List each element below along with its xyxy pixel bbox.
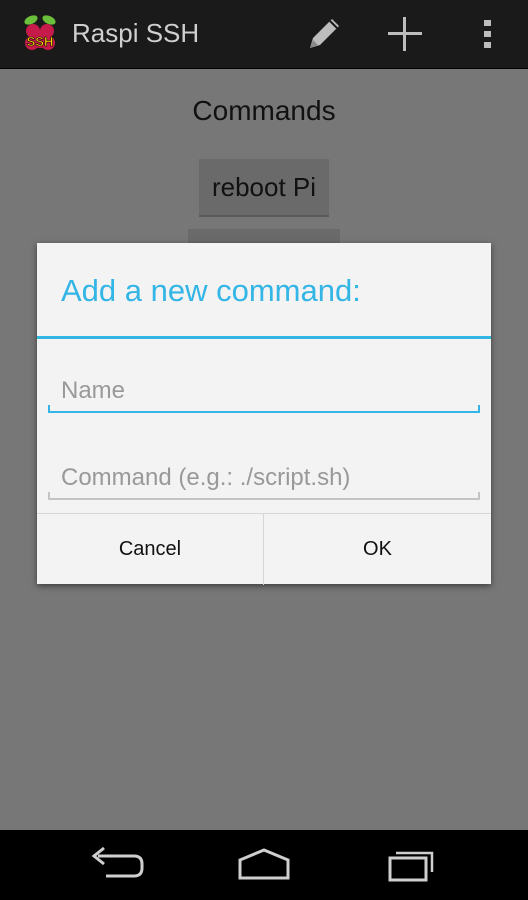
raspberry-ssh-icon[interactable]: SSH [18, 12, 62, 56]
name-input[interactable] [48, 373, 480, 409]
dialog-title: Add a new command: [61, 273, 361, 308]
command-field-underline [48, 492, 480, 500]
cancel-button[interactable]: Cancel [37, 514, 264, 585]
pencil-icon[interactable] [302, 12, 346, 56]
app-title: Raspi SSH [72, 18, 200, 48]
dialog-title-divider [37, 336, 491, 339]
navigation-bar [0, 830, 528, 900]
ok-button[interactable]: OK [264, 514, 491, 585]
command-field [48, 460, 480, 500]
plus-icon[interactable] [383, 12, 427, 56]
dialog-button-bar: Cancel OK [37, 513, 491, 585]
recent-apps-icon[interactable] [376, 842, 448, 888]
page-title: Commands [192, 95, 336, 126]
command-button[interactable]: reboot Pi [199, 159, 329, 217]
app-icon-text: SSH [27, 34, 54, 49]
overflow-menu-icon[interactable] [466, 12, 510, 56]
back-icon[interactable] [82, 842, 154, 888]
name-field [48, 373, 480, 413]
add-command-dialog: Add a new command: Cancel OK [37, 243, 491, 585]
command-input[interactable] [48, 460, 480, 496]
action-bar: SSH Raspi SSH [0, 0, 528, 69]
home-icon[interactable] [228, 842, 300, 888]
name-field-underline [48, 405, 480, 413]
